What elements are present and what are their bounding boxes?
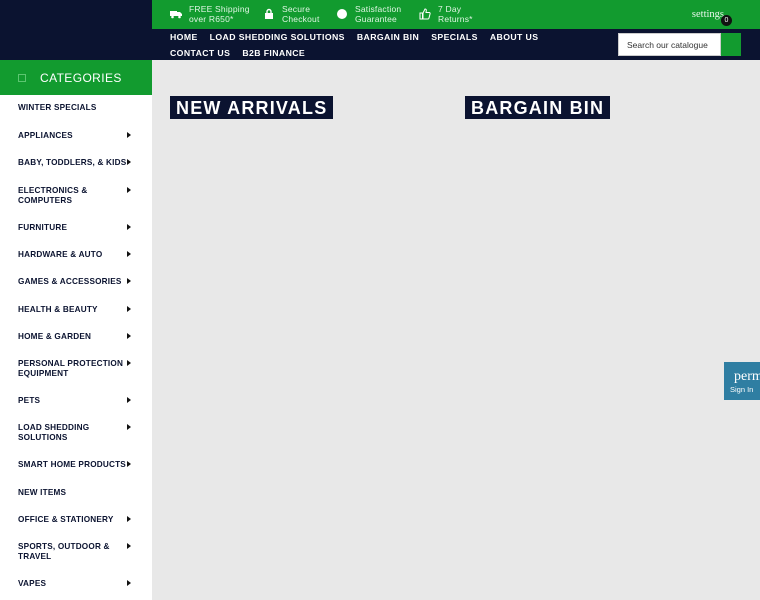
feature-line2: Returns* <box>438 13 473 24</box>
category-label: PETS <box>18 396 41 405</box>
logo-area[interactable] <box>0 0 152 60</box>
category-label: APPLIANCES <box>18 131 73 140</box>
caret-right-icon[interactable] <box>127 461 131 467</box>
bargain-bin-heading: BARGAIN BIN <box>465 96 611 119</box>
category-label: BABY, TODDLERS, & KIDS <box>18 158 127 167</box>
sidebar-category-item[interactable]: VAPES <box>18 579 138 589</box>
feature-bar: FREE Shipping over R650* Secure Checkout S… <box>152 0 760 29</box>
sign-in-widget[interactable]: perm Sign In <box>724 362 760 400</box>
widget-brand: perm <box>734 369 760 384</box>
sidebar-category-item[interactable]: BABY, TODDLERS, & KIDS <box>18 158 138 168</box>
nav-bargain-bin[interactable]: BARGAIN BIN <box>357 32 419 42</box>
sidebar-category-item[interactable]: WINTER SPECIALS <box>18 103 138 113</box>
caret-right-icon[interactable] <box>127 251 131 257</box>
sidebar-category-item[interactable]: ELECTRONICS & COMPUTERS <box>18 186 138 205</box>
sidebar-category-item[interactable]: SPORTS, OUTDOOR & TRAVEL <box>18 542 138 561</box>
main-nav: HOME LOAD SHEDDING SOLUTIONS BARGAIN BIN… <box>152 29 760 60</box>
caret-right-icon[interactable] <box>127 132 131 138</box>
widget-sign-in[interactable]: Sign In <box>730 385 753 394</box>
lock-icon <box>263 8 275 20</box>
caret-right-icon[interactable] <box>127 333 131 339</box>
caret-right-icon[interactable] <box>127 278 131 284</box>
sidebar-category-item[interactable]: OFFICE & STATIONERY <box>18 515 138 525</box>
sidebar-category-item[interactable]: SMART HOME PRODUCTS <box>18 460 138 470</box>
category-label: PERSONAL PROTECTION EQUIPMENT <box>18 359 124 378</box>
caret-right-icon[interactable] <box>127 360 131 366</box>
search-input[interactable]: Search our catalogue <box>618 33 721 56</box>
category-label: GAMES & ACCESSORIES <box>18 277 122 286</box>
caret-right-icon[interactable] <box>127 397 131 403</box>
sidebar-category-item[interactable]: GAMES & ACCESSORIES <box>18 277 138 287</box>
sidebar-category-item[interactable]: FURNITURE <box>18 223 138 233</box>
nav-about-us[interactable]: ABOUT US <box>490 32 539 42</box>
caret-right-icon[interactable] <box>127 224 131 230</box>
cart-count-badge[interactable]: 0 <box>721 15 732 26</box>
caret-right-icon[interactable] <box>127 543 131 549</box>
sidebar-category-item[interactable]: NEW ITEMS <box>18 488 138 498</box>
category-sidebar: CATEGORIES WINTER SPECIALS APPLIANCES BABY… <box>0 60 152 600</box>
caret-right-icon[interactable] <box>127 306 131 312</box>
new-arrivals-heading: NEW ARRIVALS <box>170 96 334 119</box>
settings-link[interactable]: settings <box>692 9 724 20</box>
feature-line2: Guarantee <box>355 13 397 24</box>
truck-icon <box>170 8 182 20</box>
category-label: SPORTS, OUTDOOR & TRAVEL <box>18 542 110 561</box>
category-label: HEALTH & BEAUTY <box>18 305 98 314</box>
badge-icon <box>336 8 348 20</box>
categories-title: CATEGORIES <box>40 70 122 85</box>
feature-satisfaction: Satisfaction Guarantee <box>336 4 401 24</box>
sidebar-category-item[interactable]: PERSONAL PROTECTION EQUIPMENT <box>18 359 138 378</box>
category-label: LOAD SHEDDING SOLUTIONS <box>18 423 90 442</box>
category-label: WINTER SPECIALS <box>18 103 97 112</box>
category-label: NEW ITEMS <box>18 488 67 497</box>
category-label: OFFICE & STATIONERY <box>18 515 114 524</box>
feature-line2: Checkout <box>282 13 320 24</box>
sidebar-category-item[interactable]: HARDWARE & AUTO <box>18 250 138 260</box>
search-button[interactable] <box>721 33 741 56</box>
category-label: VAPES <box>18 579 47 588</box>
caret-right-icon[interactable] <box>127 187 131 193</box>
nav-load-shedding[interactable]: LOAD SHEDDING SOLUTIONS <box>210 32 345 42</box>
nav-b2b-finance[interactable]: B2B FINANCE <box>242 48 305 58</box>
category-label: FURNITURE <box>18 223 68 232</box>
category-label: ELECTRONICS & COMPUTERS <box>18 186 88 205</box>
nav-contact-us[interactable]: CONTACT US <box>170 48 230 58</box>
feature-free-shipping: FREE Shipping over R650* <box>170 4 250 24</box>
category-label: SMART HOME PRODUCTS <box>18 460 126 469</box>
category-label: HOME & GARDEN <box>18 332 92 341</box>
feature-secure-checkout: Secure Checkout <box>263 4 320 24</box>
caret-right-icon[interactable] <box>127 424 131 430</box>
caret-right-icon[interactable] <box>127 159 131 165</box>
thumbs-up-icon <box>419 8 431 20</box>
sidebar-category-item[interactable]: PETS <box>18 396 138 406</box>
category-label: HARDWARE & AUTO <box>18 250 103 259</box>
caret-right-icon[interactable] <box>127 516 131 522</box>
menu-icon <box>18 73 26 82</box>
sidebar-category-item[interactable]: APPLIANCES <box>18 131 138 141</box>
nav-home[interactable]: HOME <box>170 32 198 42</box>
feature-line2: over R650* <box>189 13 234 24</box>
caret-right-icon[interactable] <box>127 580 131 586</box>
sidebar-category-item[interactable]: HOME & GARDEN <box>18 332 138 342</box>
sidebar-category-item[interactable]: HEALTH & BEAUTY <box>18 305 138 315</box>
nav-row-1: HOME LOAD SHEDDING SOLUTIONS BARGAIN BIN… <box>170 32 538 42</box>
categories-header[interactable]: CATEGORIES <box>0 60 152 95</box>
sidebar-category-item[interactable]: LOAD SHEDDING SOLUTIONS <box>18 423 138 442</box>
nav-row-2: CONTACT US B2B FINANCE <box>170 48 305 58</box>
nav-specials[interactable]: SPECIALS <box>431 32 478 42</box>
feature-returns: 7 Day Returns* <box>419 4 473 24</box>
